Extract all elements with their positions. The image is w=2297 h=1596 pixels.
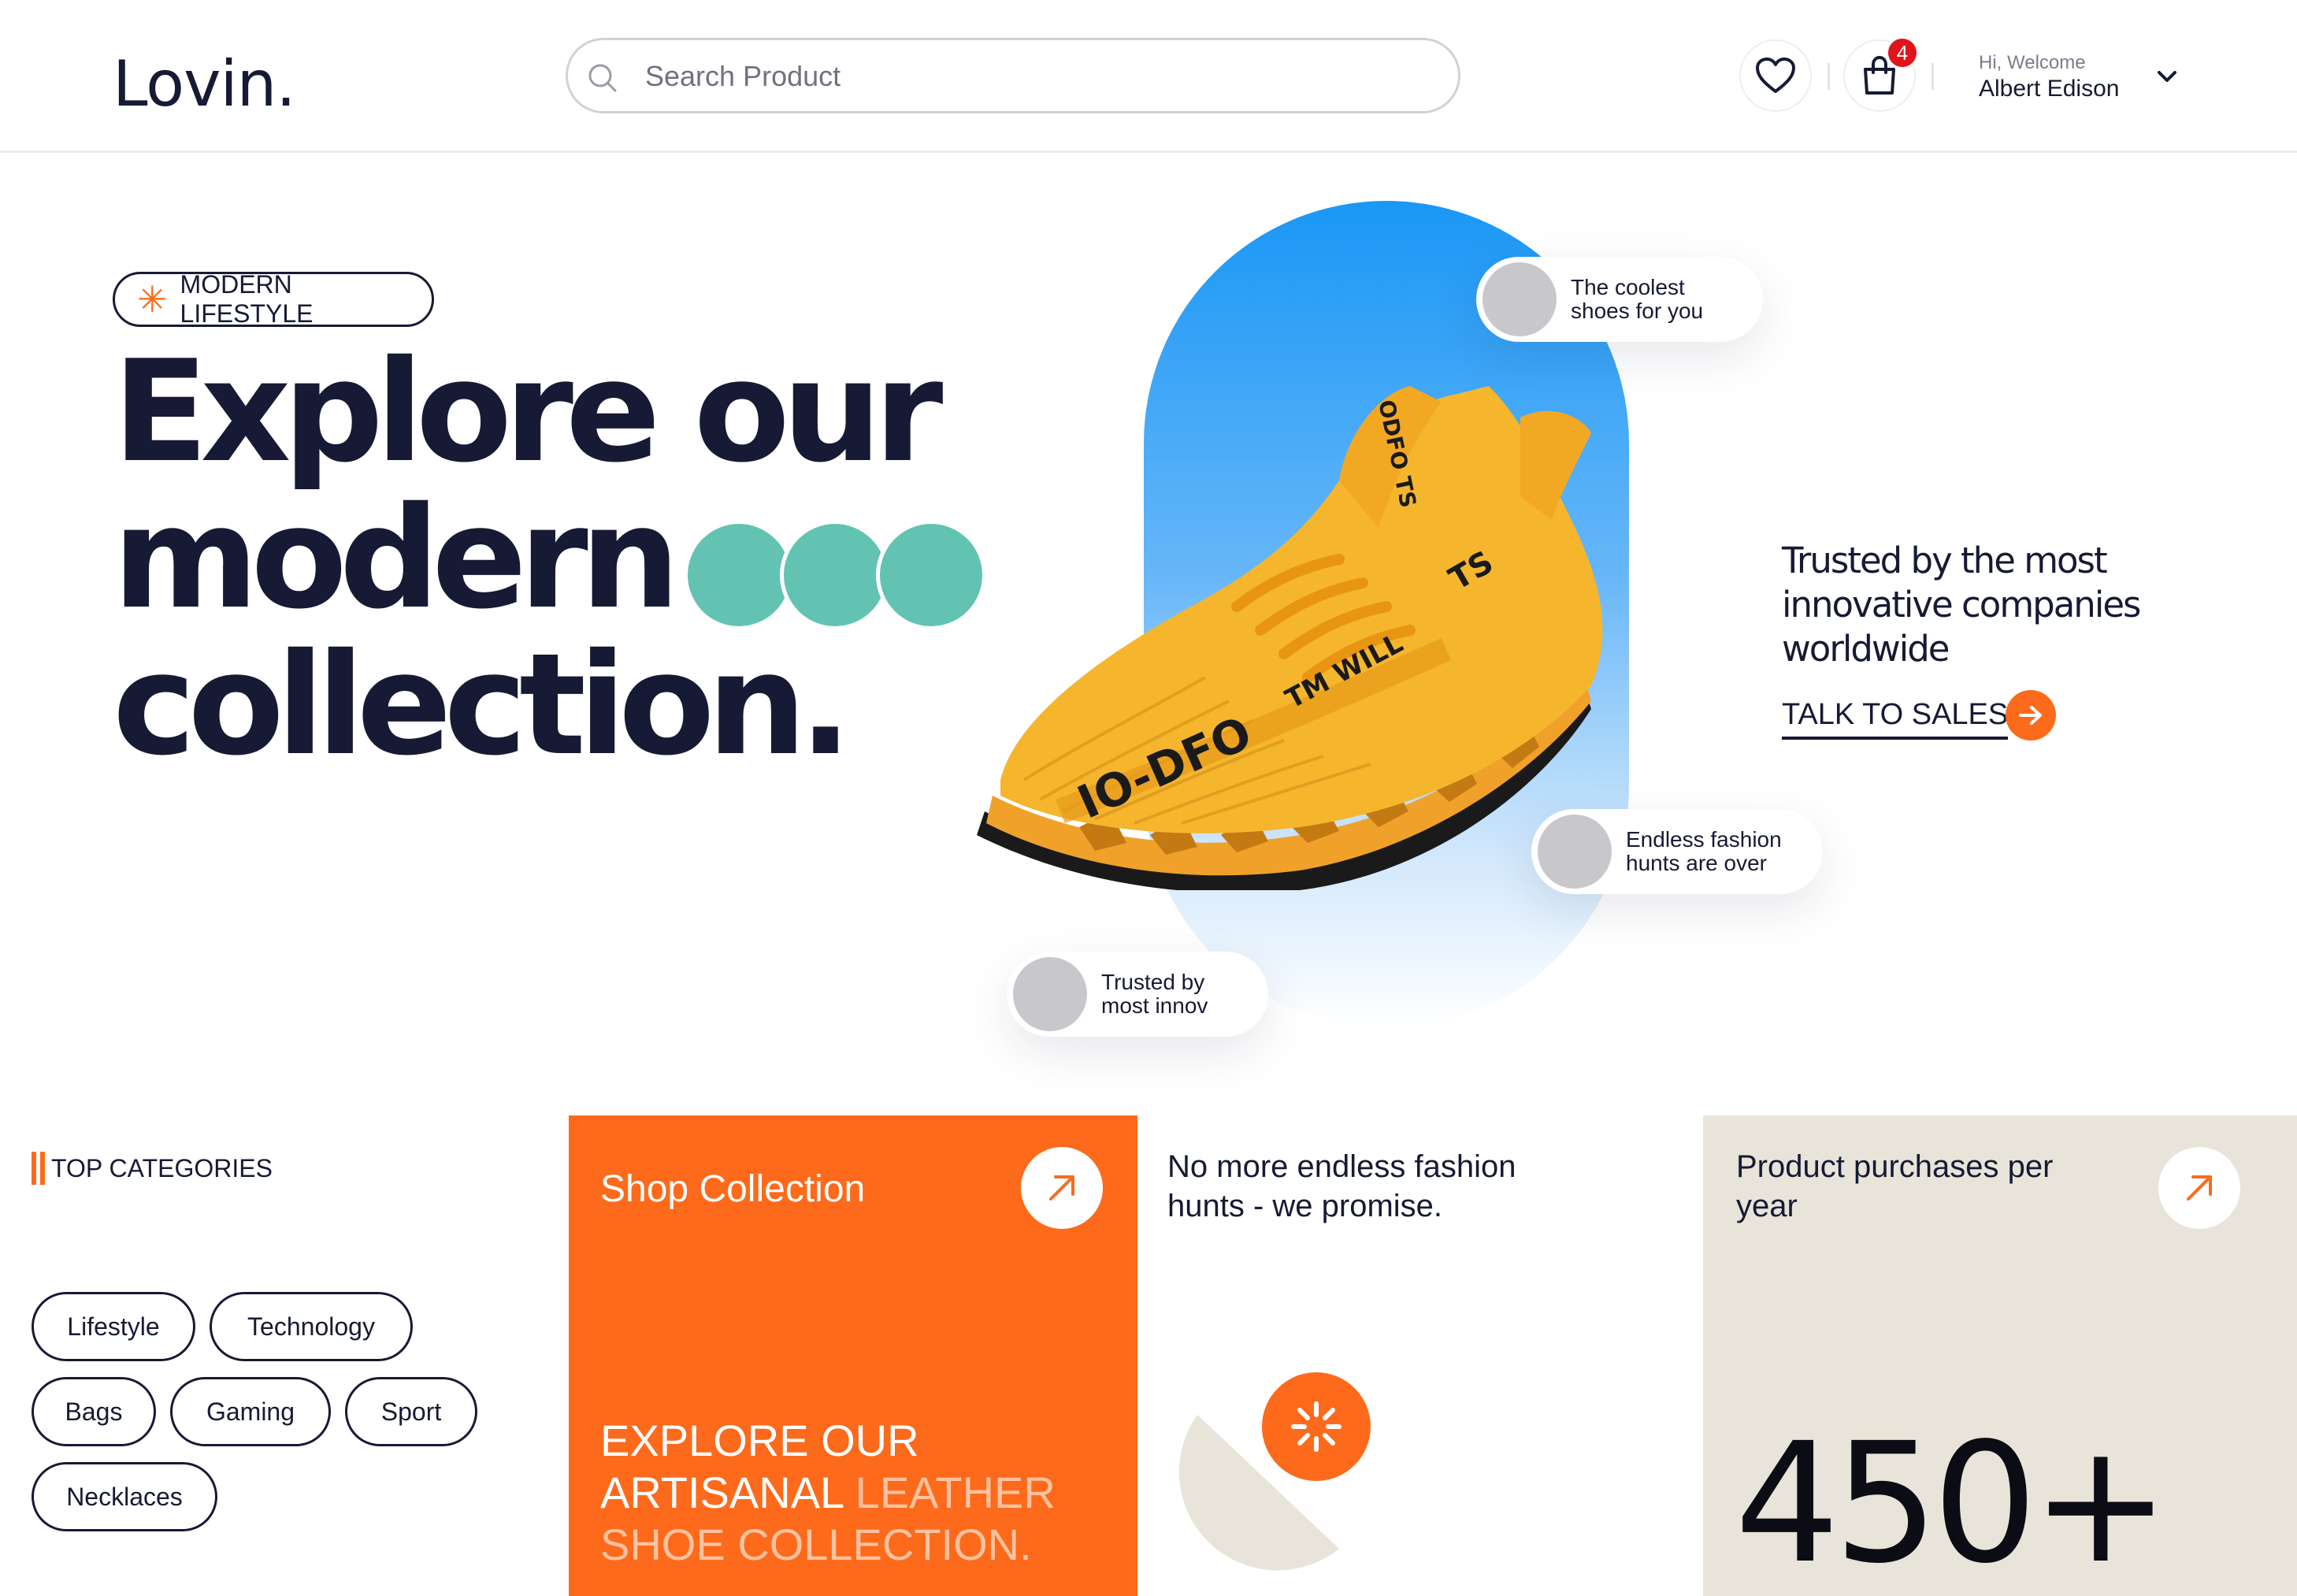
top-categories-heading: TOP CATEGORIES — [32, 1152, 273, 1185]
user-name[interactable]: Albert Edison — [1979, 76, 2119, 102]
arrow-up-right-icon — [2187, 1175, 2212, 1201]
feature-bubble: The coolest shoes for you — [1476, 257, 1763, 342]
explore-word: ARTISANAL — [600, 1468, 855, 1517]
shop-collection-card[interactable]: Shop Collection EXPLORE OUR ARTISANAL LE… — [569, 1115, 1137, 1596]
sparkle-icon — [1291, 1401, 1341, 1452]
explore-line: ARTISANAL LEATHER — [600, 1467, 1056, 1519]
accent-bars — [32, 1152, 45, 1185]
explore-text: EXPLORE OUR ARTISANAL LEATHER SHOE COLLE… — [600, 1415, 1056, 1571]
category-chip-technology[interactable]: Technology — [210, 1292, 413, 1361]
card-title: Shop Collection — [600, 1168, 866, 1210]
talk-to-sales-button[interactable] — [2006, 690, 2056, 740]
hero-title-line: collection. — [113, 623, 852, 786]
search-icon — [588, 64, 617, 92]
arrow-up-right-icon — [1049, 1175, 1074, 1201]
wishlist-button[interactable] — [1739, 39, 1812, 112]
sparkle-badge — [1262, 1372, 1371, 1481]
chevron-down-icon[interactable] — [2154, 63, 2180, 90]
tag-label: MODERN LIFESTYLE — [180, 270, 314, 328]
bubble-text: The coolest shoes for you — [1571, 275, 1704, 323]
category-chip-bags[interactable]: Bags — [32, 1377, 156, 1446]
purchases-arrow-button[interactable] — [2158, 1147, 2240, 1229]
explore-line: SHOE COLLECTION. — [600, 1520, 1032, 1569]
decor-circle — [780, 520, 890, 630]
divider — [1828, 63, 1830, 90]
bubble-text: Trusted by most innov — [1101, 970, 1208, 1018]
category-chip-gaming[interactable]: Gaming — [170, 1377, 331, 1446]
sneaker-image: IO-DFO TM WILL TS ODFO TS — [977, 386, 1603, 890]
shop-collection-arrow-button[interactable] — [1021, 1147, 1103, 1229]
section-title: TOP CATEGORIES — [51, 1153, 273, 1182]
feature-bubble: Trusted by most innov — [1007, 952, 1268, 1037]
top-header: Lovin. 4 Hi, Welcome Albert Edison — [0, 0, 2297, 153]
heart-icon — [1756, 58, 1795, 93]
purchases-count: 450+ — [1735, 1407, 2170, 1596]
avatar — [1013, 957, 1087, 1031]
trusted-heading: Trusted by the most innovative companies… — [1782, 540, 2141, 670]
category-chip-lifestyle[interactable]: Lifestyle — [32, 1292, 195, 1361]
divider — [1931, 63, 1934, 90]
search-bar[interactable] — [566, 38, 1460, 113]
bubble-text: Endless fashion hunts are over — [1626, 827, 1782, 875]
card-title: No more endless fashion hunts - we promi… — [1167, 1149, 1516, 1223]
cart-count-badge: 4 — [1886, 36, 1919, 69]
decor-circle — [684, 520, 794, 630]
feature-bubble: Endless fashion hunts are over — [1531, 809, 1823, 894]
category-chip-necklaces[interactable]: Necklaces — [32, 1462, 217, 1531]
search-input[interactable] — [645, 53, 1417, 100]
modern-lifestyle-tag: ✳ MODERN LIFESTYLE — [113, 270, 434, 328]
category-chip-sport[interactable]: Sport — [345, 1377, 477, 1446]
talk-to-sales-link[interactable]: TALK TO SALES — [1782, 698, 2009, 740]
hero-title-line: Explore our — [113, 330, 943, 493]
card-title: Product purchases per year — [1736, 1149, 2054, 1223]
logo[interactable]: Lovin. — [113, 47, 296, 121]
welcome-greeting: Hi, Welcome — [1979, 52, 2086, 73]
arrow-right-icon — [2019, 706, 2042, 725]
explore-word-light: LEATHER — [855, 1468, 1056, 1517]
asterisk-icon: ✳ — [137, 279, 168, 320]
explore-line: EXPLORE OUR — [600, 1416, 919, 1465]
avatar — [1538, 815, 1612, 889]
purchases-card: Product purchases per year 450+ — [1703, 1115, 2297, 1596]
promise-card: No more endless fashion hunts - we promi… — [1137, 1115, 1703, 1596]
avatar — [1482, 262, 1557, 336]
